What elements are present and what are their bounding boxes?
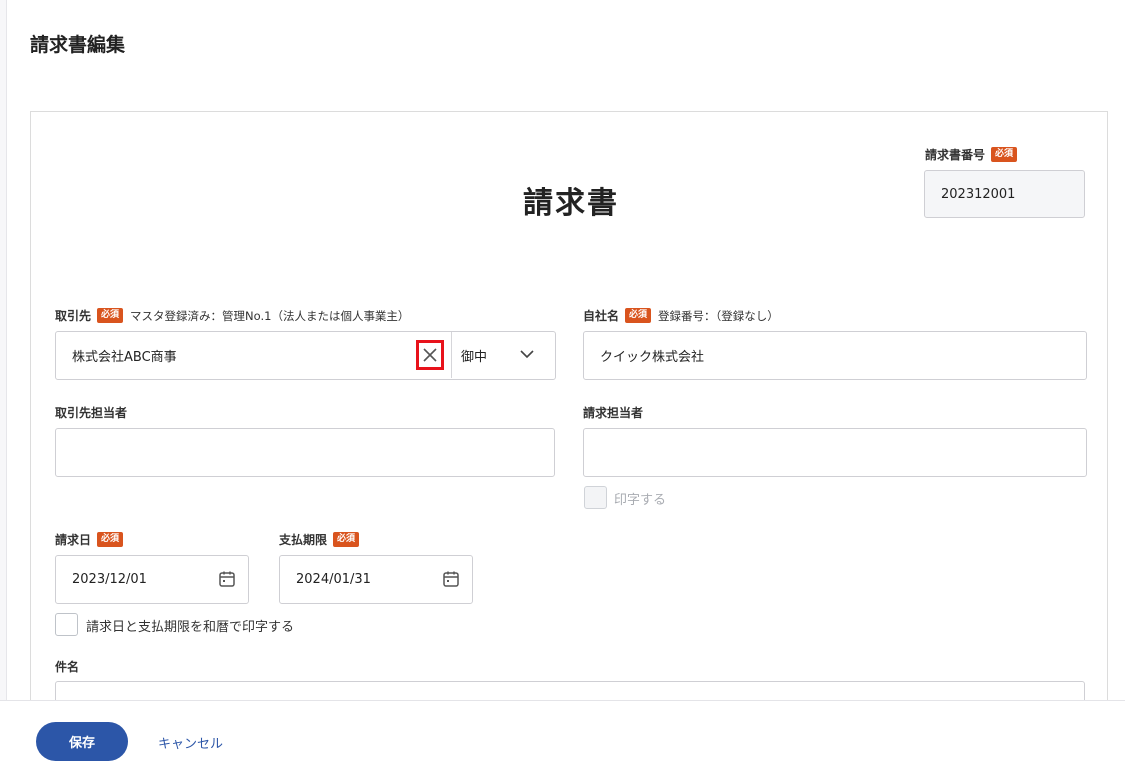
print-contact-label: 印字する [614, 493, 667, 508]
honorific-value[interactable]: 御中 [461, 346, 487, 365]
due-date-label-text: 支払期限 [279, 533, 328, 547]
billing-date-label-text: 請求日 [55, 533, 92, 547]
clear-client-button[interactable] [416, 340, 444, 370]
company-name-value: クイック株式会社 [600, 350, 705, 365]
subject-label-text: 件名 [55, 660, 80, 674]
calendar-icon[interactable] [442, 570, 460, 588]
cancel-link[interactable]: キャンセル [158, 733, 223, 752]
client-select-field[interactable]: 株式会社ABC商事 御中 [55, 331, 556, 380]
client-value: 株式会社ABC商事 [72, 350, 177, 365]
client-contact-label: 取引先担当者 [55, 404, 127, 421]
wareki-checkbox[interactable] [55, 613, 78, 636]
left-sidebar-edge [0, 0, 7, 765]
billing-contact-field[interactable] [583, 428, 1087, 477]
subject-label: 件名 [55, 658, 79, 675]
due-date-value: 2024/01/31 [296, 572, 371, 587]
invoice-number-field[interactable]: 202312001 [924, 170, 1085, 218]
company-label: 自社名 必須 登録番号：（登録なし） [583, 307, 779, 324]
footer-action-bar: 保存 キャンセル [0, 700, 1125, 766]
close-icon [423, 348, 437, 362]
client-contact-field[interactable] [55, 428, 555, 477]
client-label-text: 取引先 [55, 309, 92, 323]
billing-date-label: 請求日 必須 [55, 531, 124, 548]
page-title: 請求書編集 [30, 34, 126, 56]
billing-date-field[interactable]: 2023/12/01 [55, 555, 249, 604]
client-master-note: マスタ登録済み：管理No.1（法人または個人事業主） [130, 308, 410, 323]
chevron-down-icon[interactable] [519, 346, 535, 362]
invoice-number-label: 請求書番号 必須 [925, 146, 1018, 163]
document-title: 請求書 [523, 186, 619, 221]
required-badge: 必須 [991, 147, 1018, 162]
wareki-checkbox-label: 請求日と支払期限を和暦で印字する [86, 620, 295, 635]
invoice-form-card: 請求書 請求書番号 必須 202312001 取引先 必須 マスタ登録済み：管理… [30, 111, 1108, 751]
company-label-text: 自社名 [583, 309, 620, 323]
due-date-field[interactable]: 2024/01/31 [279, 555, 473, 604]
select-divider [451, 332, 452, 378]
invoice-number-label-text: 請求書番号 [925, 148, 986, 162]
company-name-field[interactable]: クイック株式会社 [583, 331, 1087, 380]
billing-contact-label-text: 請求担当者 [583, 406, 644, 420]
calendar-icon[interactable] [218, 570, 236, 588]
required-badge: 必須 [333, 532, 360, 547]
print-contact-checkbox[interactable] [584, 486, 607, 509]
registration-number-note: 登録番号：（登録なし） [658, 308, 779, 323]
required-badge: 必須 [97, 532, 124, 547]
client-contact-label-text: 取引先担当者 [55, 406, 128, 420]
save-button[interactable]: 保存 [36, 722, 128, 761]
due-date-label: 支払期限 必須 [279, 531, 360, 548]
billing-date-value: 2023/12/01 [72, 572, 147, 587]
required-badge: 必須 [97, 308, 124, 323]
client-label: 取引先 必須 マスタ登録済み：管理No.1（法人または個人事業主） [55, 307, 409, 324]
invoice-number-value: 202312001 [941, 186, 1016, 202]
billing-contact-label: 請求担当者 [583, 404, 643, 421]
required-badge: 必須 [625, 308, 652, 323]
